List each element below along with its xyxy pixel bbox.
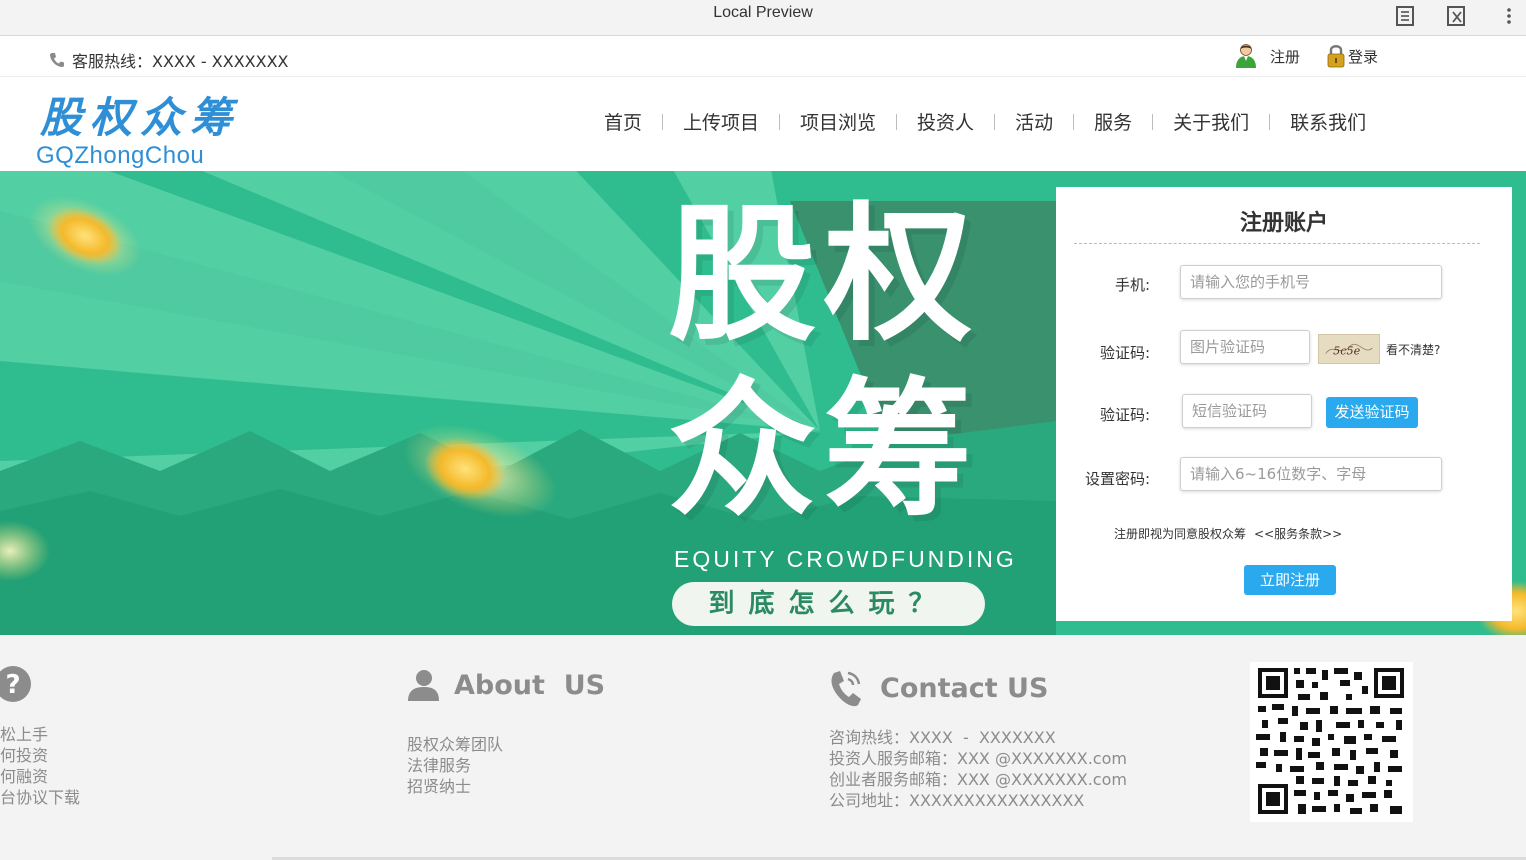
qr-code-image [1250, 662, 1413, 822]
footer-link-how-to-raise[interactable]: 如何融资 [0, 766, 80, 787]
nav-item-services[interactable]: 服务 [1094, 108, 1132, 135]
footer-link-getting-started[interactable]: 轻松上手 [0, 724, 80, 745]
contact-hotline: 咨询热线：XXXX - XXXXXXX [829, 728, 1056, 747]
footer-contact-column: Contact US [826, 667, 1048, 709]
how-it-works-button[interactable]: 到底怎么玩？ [672, 582, 985, 626]
footer-link-how-to-invest[interactable]: 如何投资 [0, 745, 80, 766]
nav-separator [994, 113, 996, 130]
service-hotline: 客服热线：XXXX - XXXXXXX [48, 48, 289, 72]
footer-contact-details: 咨询热线：XXXX - XXXXXXX 投资人服务邮箱：XXX @XXXXXXX… [829, 727, 1127, 811]
footer-link-legal-services[interactable]: 法律服务 [407, 755, 503, 776]
about-person-icon [408, 670, 439, 701]
footer-help-column: ? [0, 663, 32, 709]
terms-of-service-link[interactable]: <<服务条款>> [1254, 527, 1342, 541]
contact-phone-icon [831, 671, 861, 707]
window-title-bar: Local Preview [0, 0, 1526, 36]
contact-founder-email: 创业者服务邮箱：XXX @XXXXXXX.com [829, 770, 1127, 789]
site-footer: ? 轻松上手 如何投资 如何融资 平台协议下载 About US 股权众筹团队 … [0, 635, 1526, 860]
phone-icon [50, 53, 64, 67]
nav-separator [662, 113, 664, 130]
footer-help-links: 轻松上手 如何投资 如何融资 平台协议下载 [0, 724, 80, 808]
footer-about-links: 股权众筹团队 法律服务 招贤纳士 [407, 734, 503, 797]
register-label: 注册 [1270, 47, 1301, 66]
reader-view-icon[interactable] [1395, 4, 1417, 28]
nav-item-contact[interactable]: 联系我们 [1290, 108, 1366, 135]
site-header: 股权众筹 GQZhongChou 首页 上传项目 项目浏览 投资人 活动 服务 … [0, 78, 1526, 171]
nav-separator [1269, 113, 1271, 130]
password-label: 设置密码: [1084, 470, 1150, 488]
hotline-text: 客服热线：XXXX - XXXXXXX [72, 52, 289, 71]
contact-investor-email: 投资人服务邮箱：XXX @XXXXXXX.com [829, 749, 1127, 768]
banner-headline-line1: 股权 [668, 189, 980, 361]
phone-input[interactable] [1180, 265, 1442, 299]
terms-agreement: 注册即视为同意股权众筹 <<服务条款>> [1114, 525, 1342, 542]
site-logo[interactable]: 股权众筹 [40, 84, 240, 145]
footer-link-team[interactable]: 股权众筹团队 [407, 734, 503, 755]
nav-item-events[interactable]: 活动 [1015, 108, 1053, 135]
banner-headline-line2: 众筹 [668, 364, 980, 536]
top-utility-bar: 客服热线：XXXX - XXXXXXX 注册 登录 [0, 37, 1526, 77]
nav-item-browse-projects[interactable]: 项目浏览 [800, 108, 876, 135]
captcha-label: 验证码: [1099, 344, 1150, 362]
contact-address: 公司地址：XXXXXXXXXXXXXXXX [829, 791, 1085, 810]
nav-item-about[interactable]: 关于我们 [1173, 108, 1249, 135]
nav-item-upload-project[interactable]: 上传项目 [683, 108, 759, 135]
more-options-icon[interactable] [1500, 4, 1518, 28]
user-avatar-icon [1236, 44, 1256, 68]
sms-code-input[interactable] [1182, 394, 1312, 428]
refresh-captcha-link[interactable]: 看不清楚? [1386, 341, 1440, 358]
svg-text:?: ? [5, 670, 20, 700]
register-now-button[interactable]: 立即注册 [1244, 565, 1336, 595]
panel-divider [1074, 243, 1480, 244]
contact-us-heading: Contact US [880, 672, 1049, 704]
captcha-image[interactable]: 5c5e [1318, 334, 1380, 364]
register-panel-title: 注册账户 [1239, 211, 1328, 236]
footer-link-careers[interactable]: 招贤纳士 [407, 776, 503, 797]
help-question-icon: ? [0, 666, 31, 702]
site-logo-subtitle: GQZhongChou [36, 142, 205, 169]
phone-label: 手机: [1114, 276, 1150, 294]
footer-link-agreement-download[interactable]: 平台协议下载 [0, 787, 80, 808]
sms-code-label: 验证码: [1099, 406, 1150, 424]
login-label: 登录 [1348, 47, 1379, 66]
main-nav: 首页 上传项目 项目浏览 投资人 活动 服务 关于我们 联系我们 [604, 108, 1366, 135]
about-us-heading: About US [454, 669, 606, 701]
login-link[interactable]: 登录 [1326, 43, 1378, 69]
agreement-text: 注册即视为同意股权众筹 [1114, 527, 1247, 541]
nav-separator [779, 113, 781, 130]
window-title: Local Preview [713, 4, 813, 21]
password-input[interactable] [1180, 457, 1442, 491]
register-panel: 注册账户 手机: 验证码: 5c5e 看不清楚? 验证码: 发送验证码 设置密码… [1056, 187, 1512, 621]
nav-item-home[interactable]: 首页 [604, 108, 642, 135]
lock-icon [1327, 45, 1345, 68]
nav-separator [896, 113, 898, 130]
nav-separator [1152, 113, 1154, 130]
register-link[interactable]: 注册 [1234, 43, 1300, 69]
captcha-input[interactable] [1180, 330, 1310, 364]
banner-subtitle: EQUITY CROWDFUNDING [674, 546, 1017, 572]
send-sms-code-button[interactable]: 发送验证码 [1326, 397, 1418, 428]
captcha-text: 5c5e [1333, 345, 1361, 358]
nav-separator [1073, 113, 1075, 130]
close-preview-icon[interactable] [1446, 4, 1468, 28]
nav-item-investors[interactable]: 投资人 [917, 108, 974, 135]
footer-about-column: About US [404, 668, 605, 702]
